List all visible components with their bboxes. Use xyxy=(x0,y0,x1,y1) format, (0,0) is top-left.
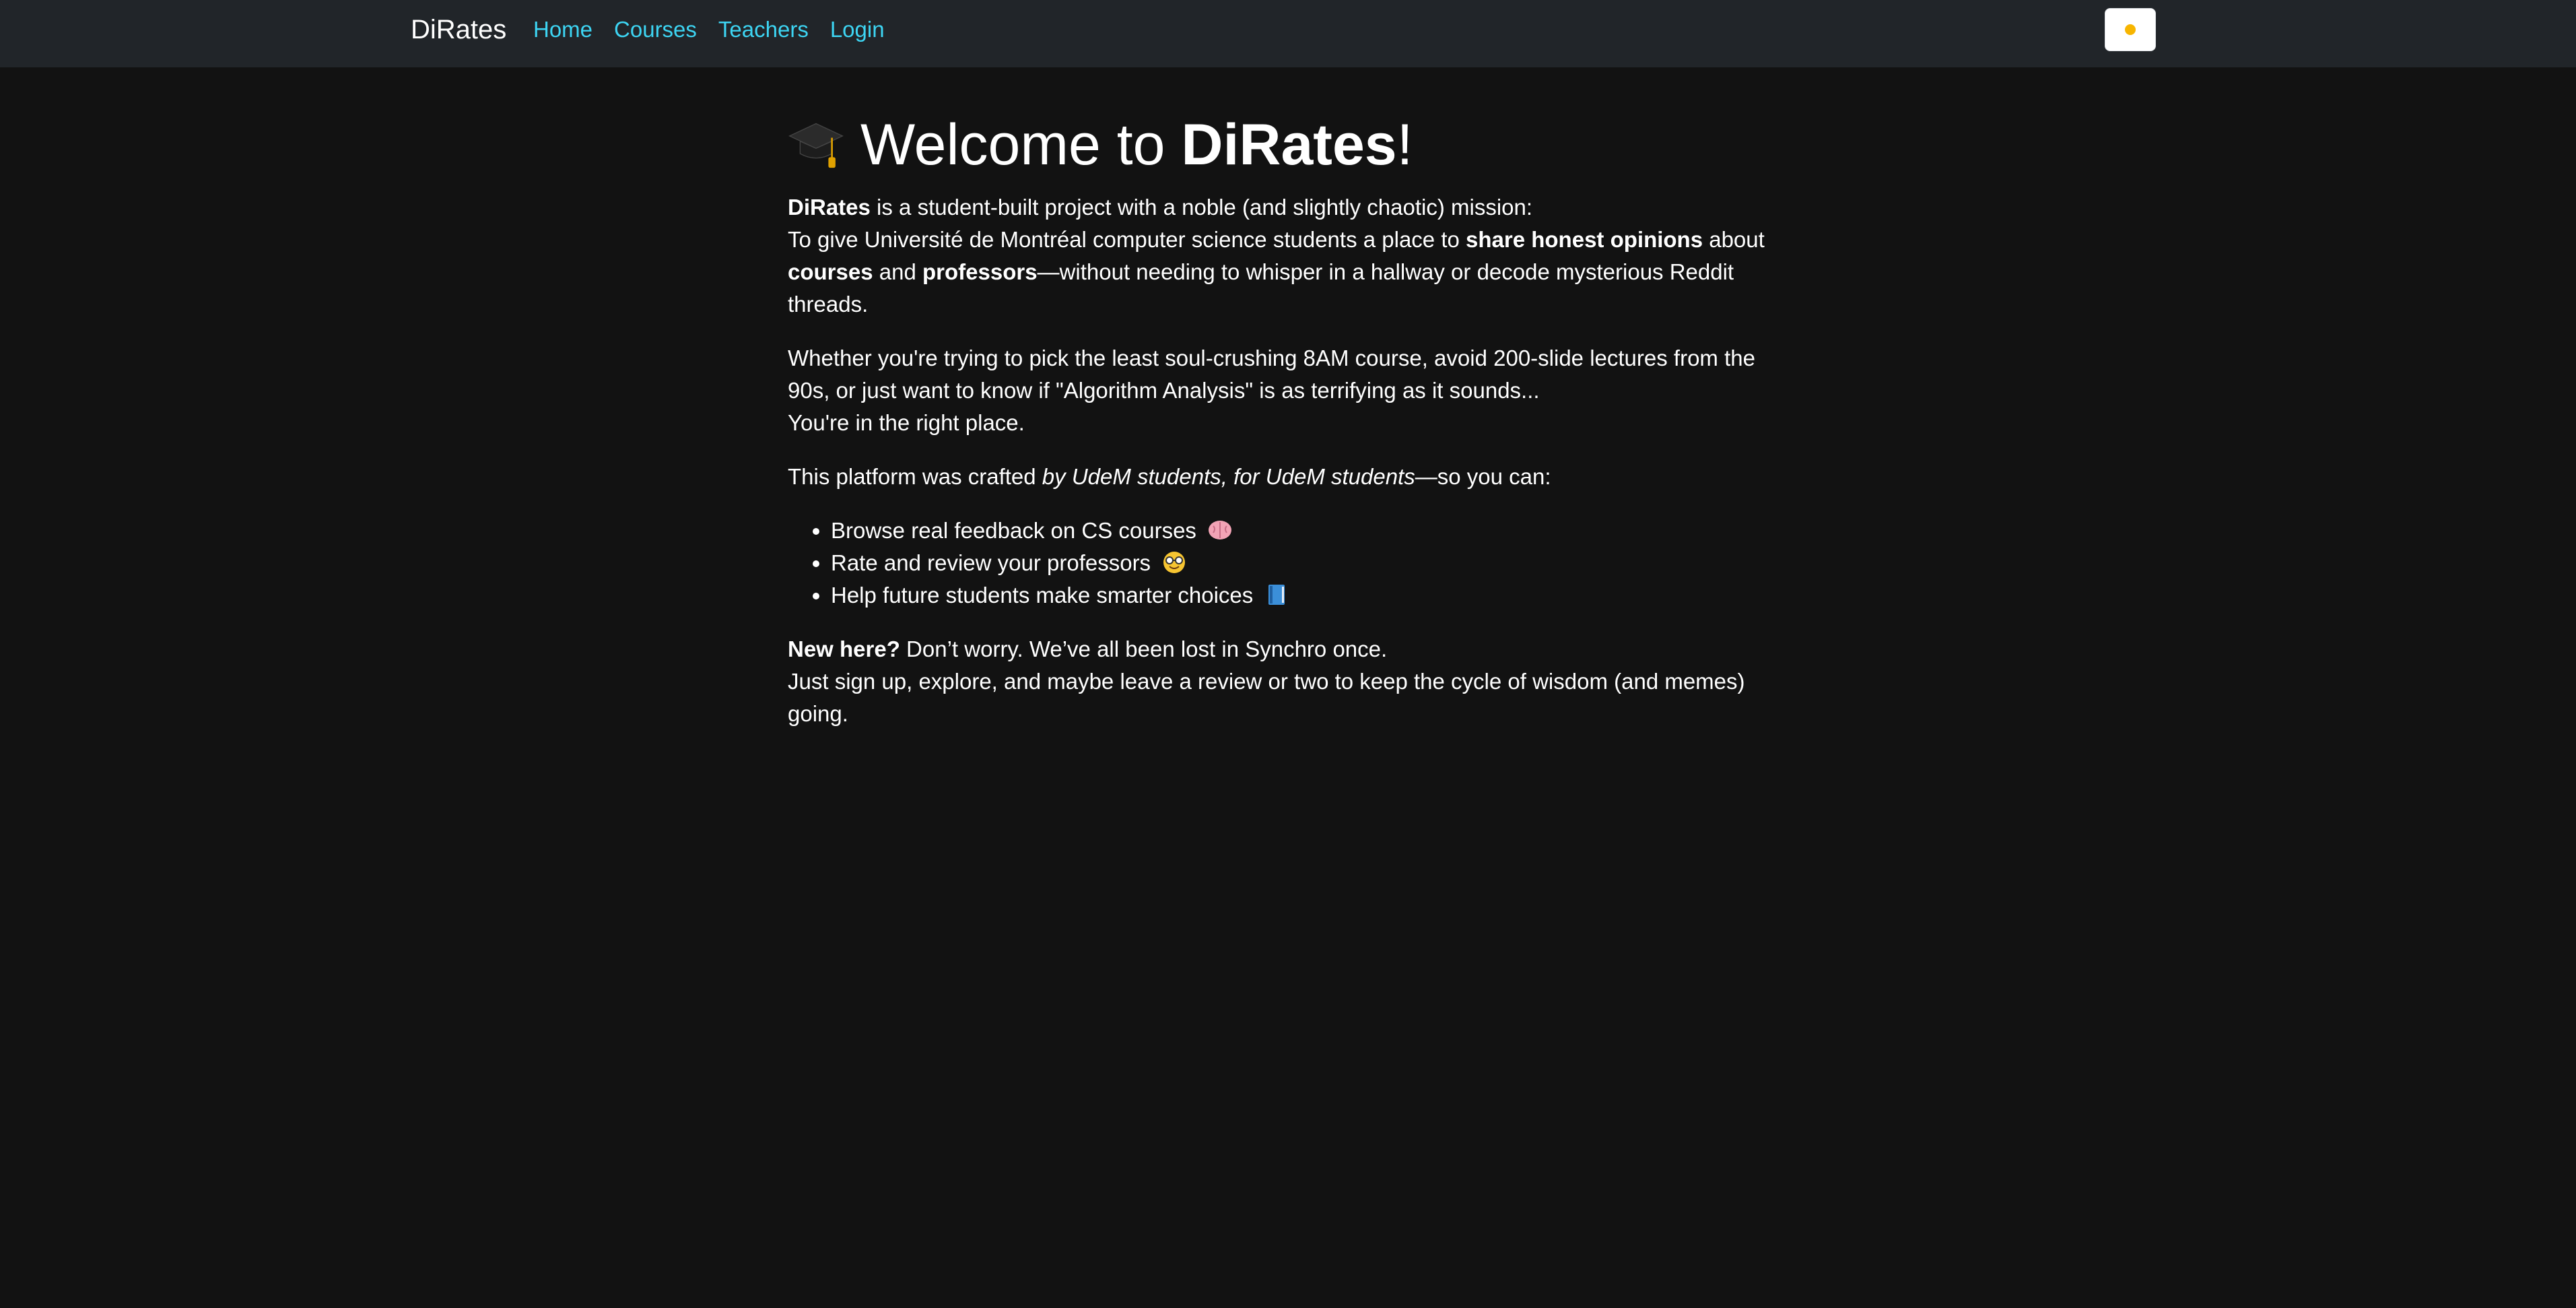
intro-text-a: To give Université de Montréal computer … xyxy=(788,227,1466,252)
brand-link[interactable]: DiRates xyxy=(411,13,506,46)
list-item: Rate and review your professors xyxy=(831,547,1771,579)
crafted-paragraph: This platform was crafted by UdeM studen… xyxy=(788,461,1771,493)
whether-paragraph: Whether you're trying to pick the least … xyxy=(788,342,1771,439)
crafted-text-c: —so you can: xyxy=(1415,464,1551,489)
title-brand: DiRates xyxy=(1181,112,1397,177)
main-content: Welcome to DiRates! DiRates is a student… xyxy=(788,108,1771,752)
intro-bold-opinions: share honest opinions xyxy=(1466,227,1703,252)
feature-text-rate: Rate and review your professors xyxy=(831,550,1151,575)
whether-line1: Whether you're trying to pick the least … xyxy=(788,346,1755,403)
new-here-line2: Just sign up, explore, and maybe leave a… xyxy=(788,669,1745,726)
blue-book-icon xyxy=(1268,585,1285,605)
list-item: Browse real feedback on CS courses xyxy=(831,515,1771,547)
navbar: DiRates Home Courses Teachers Login xyxy=(0,0,2576,67)
nerd-face-icon xyxy=(1163,552,1186,573)
title-prefix: Welcome to xyxy=(860,112,1165,177)
new-here-bold: New here? xyxy=(788,636,900,661)
features-list: Browse real feedback on CS courses Rate … xyxy=(788,515,1771,612)
nav-link-login[interactable]: Login xyxy=(830,16,885,43)
intro-line1: is a student-built project with a noble … xyxy=(870,195,1533,220)
nav-link-teachers[interactable]: Teachers xyxy=(718,16,809,43)
sun-icon xyxy=(2120,19,2141,40)
nav-link-home[interactable]: Home xyxy=(533,16,592,43)
nav-link-courses[interactable]: Courses xyxy=(614,16,697,43)
feature-text-browse: Browse real feedback on CS courses xyxy=(831,518,1196,543)
intro-text-e: and xyxy=(873,259,922,284)
new-here-rest: Don’t worry. We’ve all been lost in Sync… xyxy=(900,636,1388,661)
nav-links: Home Courses Teachers Login xyxy=(533,16,885,43)
page-title: Welcome to DiRates! xyxy=(788,108,1771,182)
whether-line2: You're in the right place. xyxy=(788,410,1025,435)
new-here-paragraph: New here? Don’t worry. We’ve all been lo… xyxy=(788,633,1771,730)
title-suffix: ! xyxy=(1396,112,1413,177)
brain-icon xyxy=(1209,521,1232,539)
list-item: Help future students make smarter choice… xyxy=(831,579,1771,612)
graduation-cap-icon xyxy=(788,123,844,168)
intro-brand: DiRates xyxy=(788,195,871,220)
crafted-text-a: This platform was crafted xyxy=(788,464,1042,489)
intro-bold-courses: courses xyxy=(788,259,873,284)
intro-paragraph: DiRates is a student-built project with … xyxy=(788,191,1771,321)
intro-bold-professors: professors xyxy=(922,259,1038,284)
theme-toggle-button[interactable] xyxy=(2105,8,2156,51)
crafted-italic: by UdeM students, for UdeM students xyxy=(1042,464,1415,489)
feature-text-help: Help future students make smarter choice… xyxy=(831,583,1254,608)
intro-text-c: about xyxy=(1703,227,1765,252)
